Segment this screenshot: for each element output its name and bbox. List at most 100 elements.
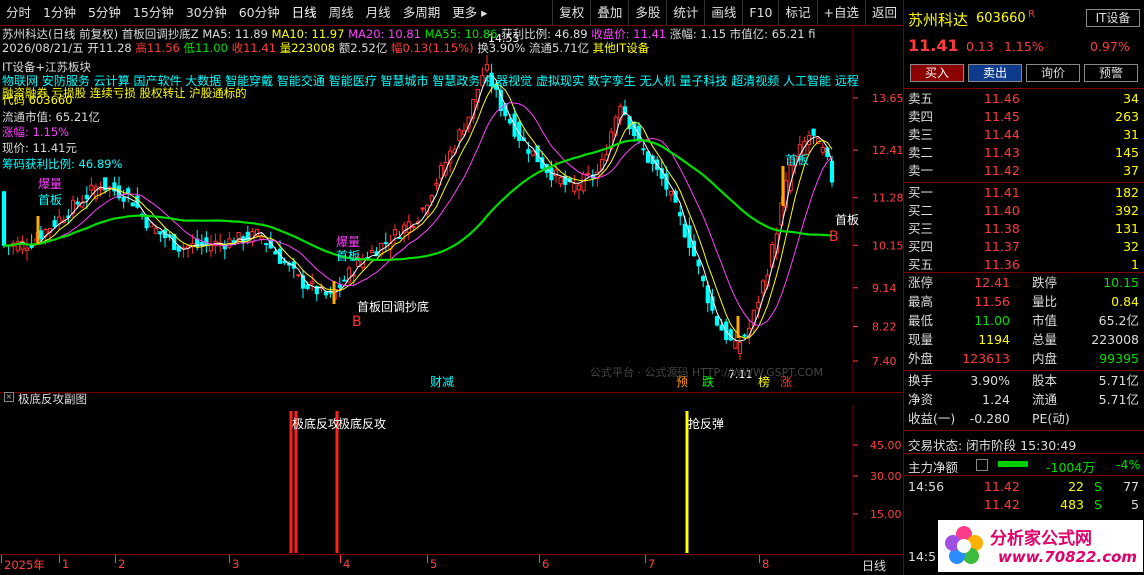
candle-body — [581, 173, 586, 192]
overlay-button[interactable]: 叠加 — [590, 0, 628, 26]
candle-body — [1, 191, 7, 246]
platform-watermark: 公式平台 · 公式源码 HTTP://WWW.GSPT.COM — [590, 365, 823, 379]
candle-body — [153, 228, 158, 234]
stat-label-2: PE(动) — [1032, 411, 1070, 426]
candle-body — [645, 151, 651, 163]
ma5-value: MA5: 11.89 — [202, 27, 268, 41]
stat-label: 最低 — [908, 313, 934, 328]
tab-intraday[interactable]: 分时 — [0, 0, 37, 26]
level-price: 11.42 — [984, 163, 1020, 178]
float-mv-label: 流通市值: 65.21亿 — [2, 110, 100, 124]
stat2-row: 换手 3.90% 股本 5.71亿 — [904, 372, 1144, 390]
alert-button[interactable]: 预警 — [1084, 64, 1138, 82]
stat-label: 净资 — [908, 392, 934, 407]
level-label: 买三 — [908, 221, 934, 236]
candle-body — [296, 274, 301, 277]
stat-value-2: 5.71亿 — [1098, 373, 1139, 388]
level-price: 11.43 — [984, 145, 1020, 160]
mark-button[interactable]: 标记 — [778, 0, 816, 26]
x-tick-label: 7 — [648, 557, 656, 571]
formula-name: 首板回调抄底Z — [121, 27, 199, 41]
candle-body — [696, 259, 701, 267]
stat-value-2: 10.15 — [1103, 275, 1139, 290]
stock-name: 苏州科达 — [908, 11, 969, 29]
adjust-button[interactable]: 复权 — [552, 0, 590, 26]
x-tick-mark — [340, 555, 341, 563]
tab-5min[interactable]: 5分钟 — [82, 0, 127, 26]
buy-signal-b1: B — [352, 314, 362, 330]
candle-body — [121, 196, 126, 202]
draw-button[interactable]: 画线 — [704, 0, 742, 26]
tick-row: 11.42 483 S 5 — [904, 496, 1144, 514]
candle-body — [75, 201, 80, 205]
ask-row: 卖一 11.42 37 — [904, 162, 1144, 180]
candle-body — [572, 182, 577, 192]
candle-body — [678, 211, 683, 217]
signal-bar — [294, 411, 298, 553]
pullback-signal-label: 首板回调抄底 — [357, 299, 429, 314]
bar-volume: 量223008 — [279, 41, 336, 55]
buy-button[interactable]: 买入 — [910, 64, 964, 82]
stat-label-2: 总量 — [1032, 332, 1058, 347]
logo-title: 分析家公式网 — [990, 529, 1092, 549]
candle-body — [310, 281, 315, 285]
sub-tick-label: 15.00 — [870, 508, 902, 521]
stat-label: 涨停 — [908, 275, 934, 290]
tab-30min[interactable]: 30分钟 — [180, 0, 233, 26]
close-price: 收盘价: 11.41 — [591, 27, 667, 41]
back-button[interactable]: 返回 — [864, 0, 903, 26]
candle-body — [820, 146, 825, 153]
level-volume: 145 — [1115, 145, 1139, 160]
tab-more[interactable]: 更多 ▸ — [446, 0, 493, 26]
candle-body — [259, 236, 264, 240]
candle-body — [526, 149, 531, 154]
candle-body — [737, 342, 743, 354]
list-icon[interactable] — [976, 459, 988, 471]
candle-body — [742, 334, 747, 337]
candle-body — [24, 247, 30, 251]
level-price: 11.44 — [984, 127, 1020, 142]
collapse-icon[interactable]: × — [4, 392, 14, 402]
f10-button[interactable]: F10 — [742, 0, 778, 26]
tab-weekly[interactable]: 周线 — [323, 0, 360, 26]
multi-stock-button[interactable]: 多股 — [628, 0, 666, 26]
main-net-label: 主力净额 — [908, 460, 959, 475]
stat-value: 12.41 — [974, 275, 1010, 290]
inquiry-button[interactable]: 询价 — [1026, 64, 1080, 82]
candle-body — [89, 184, 94, 191]
level-volume: 131 — [1115, 221, 1139, 236]
x-tick-mark — [229, 555, 230, 563]
level-label: 卖五 — [908, 91, 934, 106]
sell-button[interactable]: 卖出 — [968, 64, 1022, 82]
level-price: 11.38 — [984, 221, 1020, 236]
tab-multi-period[interactable]: 多周期 — [397, 0, 447, 26]
first-board-right-label: 首板 — [835, 213, 859, 227]
candle-body — [337, 284, 342, 288]
sub-signal-label-a: 极底反攻 — [292, 416, 340, 431]
sector-tag[interactable]: IT设备 — [1086, 9, 1140, 27]
stat-label-2: 股本 — [1032, 373, 1058, 388]
level-volume: 37 — [1123, 163, 1139, 178]
add-watchlist-button[interactable]: +自选 — [816, 0, 865, 26]
stat-value: 11.56 — [974, 294, 1010, 309]
stats-button[interactable]: 统计 — [666, 0, 704, 26]
stat-value-2: 5.71亿 — [1098, 392, 1139, 407]
stat-label: 外盘 — [908, 351, 934, 366]
bar-sector: 其他IT设备 — [592, 41, 650, 55]
tab-monthly[interactable]: 月线 — [360, 0, 397, 26]
tab-60min[interactable]: 60分钟 — [233, 0, 286, 26]
x-tick-mark — [59, 555, 60, 563]
first-board-bar — [332, 281, 336, 304]
tab-daily[interactable]: 日线 — [286, 0, 323, 26]
stat-value-2: 99395 — [1099, 351, 1139, 366]
tab-1min[interactable]: 1分钟 — [37, 0, 82, 26]
tab-15min[interactable]: 15分钟 — [127, 0, 180, 26]
sub-indicator-chart[interactable]: 45.00 30.00 15.00 极底反攻极底反攻 抢反弹 — [0, 405, 903, 553]
stat-label: 收益(一) — [908, 411, 956, 426]
x-tick-mark — [759, 555, 760, 563]
stat-label: 换手 — [908, 373, 934, 388]
quote-panel: 苏州科达 603660 R IT设备 11.41 0.13 1.15% 0.97… — [903, 0, 1144, 575]
candle-body — [586, 172, 591, 175]
candle-body — [84, 194, 89, 200]
level-volume: 31 — [1123, 127, 1139, 142]
